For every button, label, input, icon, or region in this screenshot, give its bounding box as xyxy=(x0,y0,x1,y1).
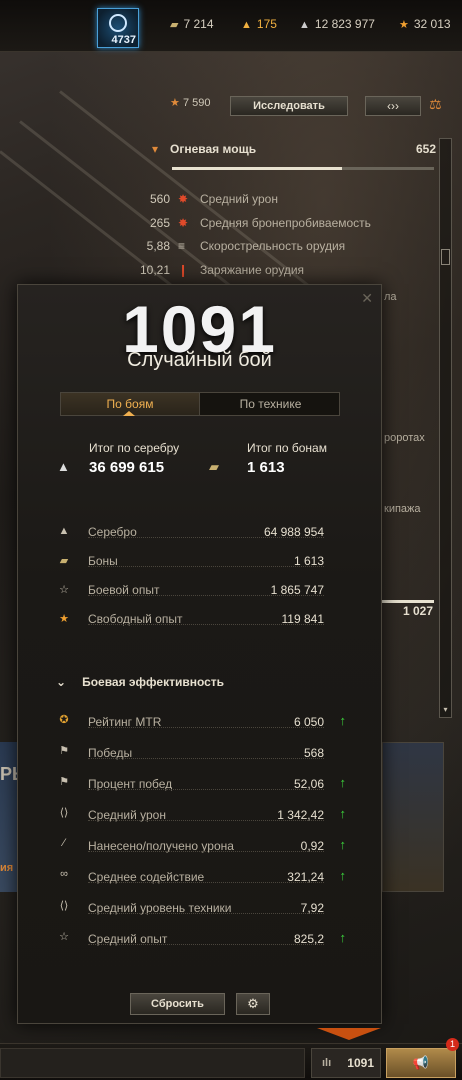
list-item: ⟨⟩ Средний уровень техники 7,92 xyxy=(56,891,324,922)
damage-icon: ✸ xyxy=(178,192,189,206)
efficiency-header[interactable]: ⌄ Боевая эффективность xyxy=(56,675,224,689)
list-item: ☆ Средний опыт 825,2 ↑ xyxy=(56,922,346,953)
arrow-up-icon: ↑ xyxy=(339,868,347,883)
assist-icon: ∞ xyxy=(60,868,68,880)
firepower-bar-fill xyxy=(172,167,343,170)
silver-balance[interactable]: ▲ 12 823 977 xyxy=(299,17,375,31)
tab-by-battles[interactable]: По боям xyxy=(61,393,200,416)
bg-fragment: ия xyxy=(0,862,14,874)
xp-star-icon: ☆ xyxy=(59,931,69,943)
list-item: ∞ Среднее содействие 321,24 ↑ xyxy=(56,860,346,891)
total-bonds: ▰ Итог по бонам 1 613 xyxy=(209,441,327,476)
list-item: ✪ Рейтинг MTR 6 050 ↑ xyxy=(56,705,346,736)
compare-button[interactable]: ‹›› xyxy=(365,96,421,116)
list-item: ▰ Боны 1 613 xyxy=(56,546,324,575)
session-stats-button[interactable]: ılı 1091 xyxy=(311,1048,381,1078)
vehicle-xp: ★ 7 590 xyxy=(170,97,211,109)
firepower-header[interactable]: ▾ Огневая мощь 652 xyxy=(152,142,438,156)
list-item: ☆ Боевой опыт 1 865 747 xyxy=(56,575,324,604)
arrow-up-icon: ↑ xyxy=(339,775,347,790)
list-item: ⚑ Процент побед 52,06 ↑ xyxy=(56,767,346,798)
popup-pointer xyxy=(317,1028,381,1040)
bonds-icon: ▰ xyxy=(209,459,219,474)
reload-icon: ❙ xyxy=(178,263,189,277)
mtr-rating-icon: ✪ xyxy=(59,714,69,726)
vehicle-stat: 265 ✸ Средняя бронепробиваемость xyxy=(149,216,371,230)
chevron-down-icon: ▾ xyxy=(152,142,159,156)
bonds-icon: ▰ xyxy=(59,555,69,567)
free-xp-icon: ★ xyxy=(399,19,409,31)
notification-badge: 1 xyxy=(446,1038,459,1051)
free-xp-balance[interactable]: ★ 32 013 xyxy=(399,17,451,31)
penetration-icon: ✸ xyxy=(178,216,189,230)
vehicle-stat: 5,88 ≡ Скорострельность орудия xyxy=(146,239,346,253)
total-silver: ▲ Итог по серебру 36 699 615 xyxy=(57,441,180,476)
arrow-up-icon: ↑ xyxy=(339,930,347,945)
bg-card xyxy=(382,742,444,892)
scrollbar-thumb[interactable] xyxy=(441,249,450,265)
silver-icon: ▲ xyxy=(57,459,70,474)
damage-icon: ⟨⟩ xyxy=(59,807,69,819)
stat-value: 1 027 xyxy=(403,604,434,618)
list-item: ▲ Серебро 64 988 954 xyxy=(56,517,324,546)
top-bar: 4737 ▰ 7 214 ▲ 175 ▲ 12 823 977 ★ 32 013 xyxy=(0,0,462,52)
rating-icon xyxy=(109,14,127,32)
scrollbar[interactable]: ▾ xyxy=(439,138,452,718)
chevron-down-icon: ⌄ xyxy=(56,675,67,689)
ratio-icon: ⁄ xyxy=(63,837,65,849)
arrow-up-icon: ↑ xyxy=(339,713,347,728)
side-fragment: роротах xyxy=(384,432,425,444)
flag-icon: ⚑ xyxy=(59,776,69,788)
garage-screen: 4737 ▰ 7 214 ▲ 175 ▲ 12 823 977 ★ 32 013 ★ 7… xyxy=(0,0,462,1080)
gold-icon: ▲ xyxy=(241,19,252,31)
tab-by-vehicles[interactable]: По технике xyxy=(201,393,340,415)
bottom-bar: ılı 1091 📢 xyxy=(0,1043,462,1080)
firepower-value: 652 xyxy=(415,142,436,156)
free-xp-icon: ★ xyxy=(59,613,69,625)
list-item: ⚑ Победы 568 xyxy=(56,736,324,767)
gold-balance[interactable]: ▲ 175 xyxy=(241,17,277,31)
vehicle-stat: 10,21 ❙ Заряжание орудия xyxy=(139,263,305,277)
scroll-down-icon[interactable]: ▾ xyxy=(440,704,451,715)
tank-tier-icon: ⟨⟩ xyxy=(59,900,69,912)
list-item: ⟨⟩ Средний урон 1 342,42 ↑ xyxy=(56,798,346,829)
firepower-bar xyxy=(172,167,434,170)
list-item: ★ Свободный опыт 119 841 xyxy=(56,604,324,633)
side-fragment: кипажа xyxy=(384,503,421,515)
silver-icon: ▲ xyxy=(299,19,310,31)
stats-bars-icon: ılı xyxy=(322,1057,332,1069)
bonds-icon: ▰ xyxy=(170,19,179,31)
arrow-up-icon: ↑ xyxy=(339,837,347,852)
settings-button[interactable]: ⚙ xyxy=(236,993,270,1015)
vehicle-stat: 560 ✸ Средний урон xyxy=(149,192,278,206)
notifications-button[interactable]: 📢 xyxy=(386,1048,456,1078)
battle-mode-title: Случайный бой xyxy=(127,349,272,371)
stats-tabs: По боям По технике xyxy=(60,392,340,416)
scales-icon[interactable]: ⚖ xyxy=(429,96,442,113)
rate-of-fire-icon: ≡ xyxy=(178,239,186,253)
silver-icon: ▲ xyxy=(58,525,70,537)
reset-button[interactable]: Сбросить xyxy=(130,993,225,1015)
personal-rating-badge[interactable]: 4737 xyxy=(97,8,139,48)
side-fragment: ла xyxy=(384,291,397,303)
chat-input[interactable] xyxy=(0,1048,305,1078)
personal-rating-value: 4737 xyxy=(111,34,136,46)
stat-bar xyxy=(382,600,434,603)
research-button[interactable]: Исследовать xyxy=(230,96,348,116)
bonds-balance[interactable]: ▰ 7 214 xyxy=(170,17,214,31)
compare-icon: ‹›› xyxy=(387,99,399,113)
flag-icon: ⚑ xyxy=(59,745,69,757)
arrow-up-icon: ↑ xyxy=(339,806,347,821)
efficiency-list: ✪ Рейтинг MTR 6 050 ↑ ⚑ Победы 568 ⚑ Процент п… xyxy=(56,705,346,953)
xp-star-icon: ★ xyxy=(170,97,180,109)
session-stats-popup: ✕ 1091 Случайный бой По боям По технике … xyxy=(17,284,382,1024)
xp-star-icon: ☆ xyxy=(59,584,69,596)
list-item: ⁄ Нанесено/получено урона 0,92 ↑ xyxy=(56,829,346,860)
megaphone-icon: 📢 xyxy=(412,1055,430,1070)
gear-icon: ⚙ xyxy=(247,996,259,1011)
earnings-list: ▲ Серебро 64 988 954 ▰ Боны 1 613 ☆ Боевой оп… xyxy=(56,517,324,633)
